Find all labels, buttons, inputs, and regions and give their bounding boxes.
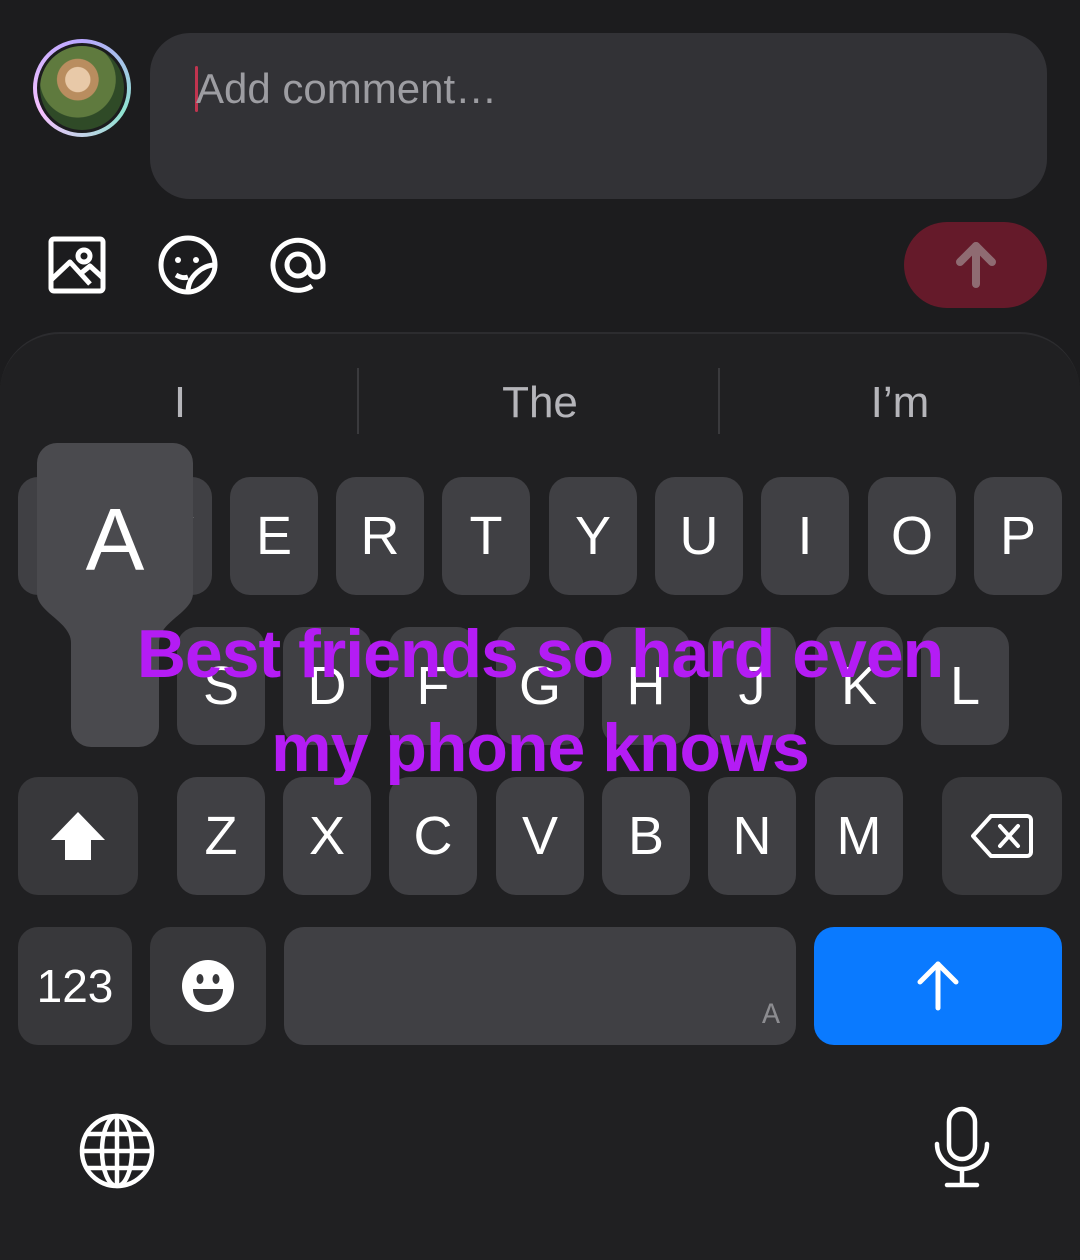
key-preview-popup: A: [37, 443, 193, 747]
key-r[interactable]: R: [336, 477, 424, 595]
overlay-caption-line1: Best friends so hard even: [136, 616, 944, 692]
space-key-hint: A: [761, 999, 780, 1033]
space-key[interactable]: A: [284, 927, 796, 1045]
key-m[interactable]: M: [815, 777, 903, 895]
avatar-photo: [37, 43, 127, 133]
comment-input[interactable]: [196, 61, 976, 117]
key-t[interactable]: T: [442, 477, 530, 595]
arrow-up-icon: [955, 242, 996, 288]
key-u[interactable]: U: [655, 477, 743, 595]
key-e[interactable]: E: [230, 477, 318, 595]
suggestion-3[interactable]: I’m: [720, 378, 1080, 428]
key-x[interactable]: X: [283, 777, 371, 895]
shift-arrow-icon: [51, 812, 105, 860]
emoji-icon: [182, 960, 234, 1012]
microphone-icon[interactable]: [931, 1106, 993, 1190]
key-n[interactable]: N: [708, 777, 796, 895]
send-button[interactable]: [904, 222, 1047, 308]
popup-letter: A: [86, 490, 145, 589]
sticker-icon[interactable]: [155, 232, 221, 298]
overlay-caption-line2: my phone knows: [271, 710, 810, 786]
key-z[interactable]: Z: [177, 777, 265, 895]
key-o[interactable]: O: [868, 477, 956, 595]
arrow-up-icon: [917, 961, 959, 1011]
delete-key[interactable]: [942, 777, 1062, 895]
send-key[interactable]: [814, 927, 1062, 1045]
key-c[interactable]: C: [389, 777, 477, 895]
mention-icon[interactable]: [265, 232, 331, 298]
globe-icon[interactable]: [78, 1112, 156, 1190]
suggestion-2[interactable]: The: [360, 378, 720, 428]
key-b[interactable]: B: [602, 777, 690, 895]
suggestion-1[interactable]: I: [0, 378, 360, 428]
profile-avatar[interactable]: [33, 39, 131, 137]
suggestion-divider: [357, 368, 359, 434]
numbers-key[interactable]: 123: [18, 927, 132, 1045]
key-y[interactable]: Y: [549, 477, 637, 595]
key-p[interactable]: P: [974, 477, 1062, 595]
image-icon[interactable]: [44, 232, 110, 298]
key-i[interactable]: I: [761, 477, 849, 595]
emoji-key[interactable]: [150, 927, 266, 1045]
shift-key[interactable]: [18, 777, 138, 895]
backspace-icon: [971, 814, 1033, 858]
comment-box[interactable]: [150, 33, 1047, 199]
key-v[interactable]: V: [496, 777, 584, 895]
